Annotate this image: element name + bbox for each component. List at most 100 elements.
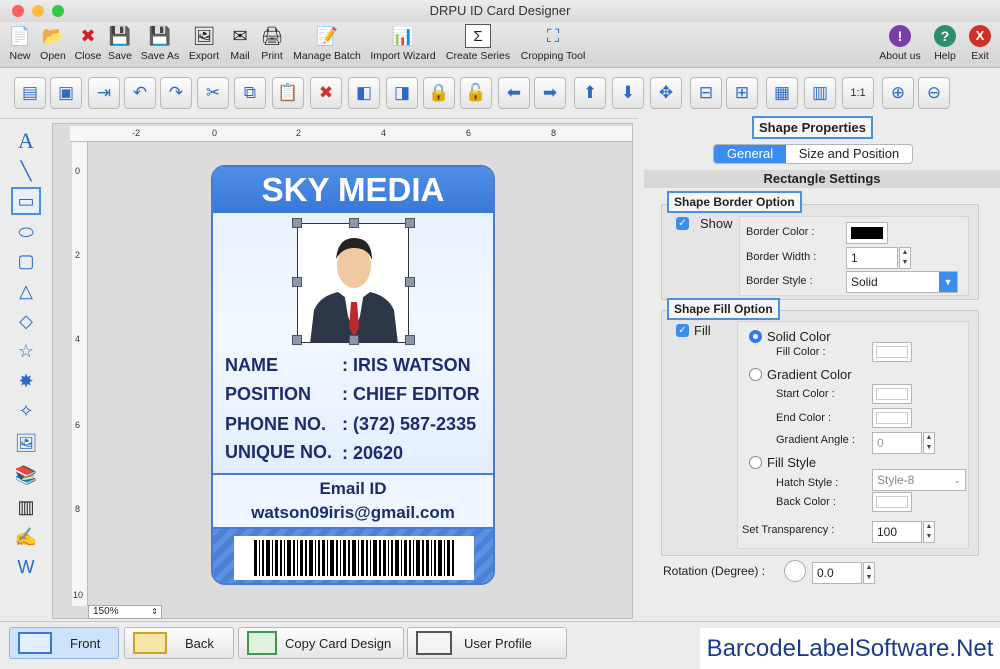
solid-color-radio[interactable] — [749, 330, 762, 343]
rotation-stepper[interactable]: ▲ ▼ — [863, 562, 875, 584]
zoom-out-icon[interactable]: ⊖ — [918, 77, 950, 109]
new-button[interactable]: 📄 New — [6, 24, 34, 63]
fill-color-swatch[interactable] — [872, 342, 912, 362]
star-tool-icon[interactable]: ☆ — [11, 337, 41, 365]
person-photo — [310, 238, 398, 342]
start-color-swatch[interactable] — [872, 384, 912, 404]
save-as-button[interactable]: 💾 Save As — [139, 24, 181, 63]
resize-handle[interactable] — [349, 335, 359, 345]
undo-icon[interactable]: ↶ — [124, 77, 156, 109]
rotation-input[interactable]: 0.0 — [812, 562, 862, 584]
send-back-icon[interactable]: ◨ — [386, 77, 418, 109]
image-tool-icon[interactable]: 🖼 — [11, 429, 41, 457]
maximize-window-button[interactable] — [52, 5, 64, 17]
resize-handle[interactable] — [292, 335, 302, 345]
line-tool-icon[interactable]: ╲ — [11, 157, 41, 185]
resize-handle[interactable] — [405, 277, 415, 287]
export-button[interactable]: 🖼 Export — [186, 24, 222, 63]
sparkle-tool-icon[interactable]: ✧ — [11, 397, 41, 425]
transparency-input[interactable]: 100 — [872, 521, 922, 543]
burst-tool-icon[interactable]: ✸ — [11, 367, 41, 395]
resize-handle[interactable] — [405, 335, 415, 345]
print-button[interactable]: 🖨 Print — [258, 24, 286, 63]
align-vertical-icon[interactable]: ⊞ — [726, 77, 758, 109]
manage-batch-button[interactable]: 📝 Manage Batch — [290, 24, 364, 63]
resize-handle[interactable] — [405, 218, 415, 228]
show-border-checkbox[interactable]: ✓ — [676, 217, 689, 230]
transparency-stepper[interactable]: ▲ ▼ — [923, 521, 935, 543]
back-color-swatch[interactable] — [872, 492, 912, 512]
text-tool-icon[interactable]: A — [11, 127, 41, 155]
gradient-color-radio[interactable] — [749, 368, 762, 381]
window-title: DRPU ID Card Designer — [429, 3, 571, 18]
arrow-right-icon[interactable]: ➡ — [534, 77, 566, 109]
border-color-swatch[interactable] — [846, 222, 888, 244]
triangle-tool-icon[interactable]: △ — [11, 277, 41, 305]
library-tool-icon[interactable]: 📚 — [11, 461, 41, 489]
rectangle-tool-icon[interactable]: ▭ — [11, 187, 41, 215]
redo-icon[interactable]: ↷ — [160, 77, 192, 109]
front-button[interactable]: Front — [9, 627, 119, 659]
border-style-select[interactable]: Solid ▼ — [846, 271, 958, 293]
help-button[interactable]: ? Help — [930, 24, 960, 62]
id-card[interactable]: SKY MEDIA NAME : IRIS WATSON POSITION : … — [211, 165, 495, 585]
photo-frame[interactable] — [297, 223, 409, 343]
film-icon[interactable]: ▥ — [804, 77, 836, 109]
align-horizontal-icon[interactable]: ⊟ — [690, 77, 722, 109]
resize-handle[interactable] — [292, 277, 302, 287]
cropping-tool-button[interactable]: ⛶ Cropping Tool — [517, 24, 589, 63]
new-page-icon[interactable]: ▤ — [14, 77, 46, 109]
bring-front-icon[interactable]: ◧ — [348, 77, 380, 109]
barcode — [234, 536, 474, 580]
tab-size-position[interactable]: Size and Position — [786, 145, 912, 163]
copy-icon[interactable]: ⧉ — [234, 77, 266, 109]
ellipse-tool-icon[interactable]: ⬭ — [11, 218, 41, 246]
grid-icon[interactable]: ▦ — [766, 77, 798, 109]
arrow-up-icon[interactable]: ⬆ — [574, 77, 606, 109]
cut-icon[interactable]: ✂ — [197, 77, 229, 109]
gradient-angle-input[interactable]: 0 — [872, 432, 922, 454]
user-profile-button[interactable]: User Profile — [407, 627, 567, 659]
border-width-stepper[interactable]: ▲ ▼ — [899, 247, 911, 269]
export-page-icon[interactable]: ⇥ — [88, 77, 120, 109]
fill-checkbox[interactable]: ✓ — [676, 324, 689, 337]
resize-handle[interactable] — [349, 218, 359, 228]
zoom-in-icon[interactable]: ⊕ — [882, 77, 914, 109]
signature-tool-icon[interactable]: ✍ — [11, 523, 41, 551]
mail-button[interactable]: ✉ Mail — [227, 24, 253, 63]
diamond-tool-icon[interactable]: ◇ — [11, 307, 41, 335]
center-icon[interactable]: ✥ — [650, 77, 682, 109]
paste-icon[interactable]: 📋 — [272, 77, 304, 109]
arrow-down-icon[interactable]: ⬇ — [612, 77, 644, 109]
back-button[interactable]: Back — [124, 627, 234, 659]
hatch-style-select[interactable]: Style-8 ⌄ — [872, 469, 966, 491]
actual-size-icon[interactable]: 1:1 — [842, 77, 874, 109]
arrow-left-icon[interactable]: ⬅ — [498, 77, 530, 109]
copy-card-design-button[interactable]: Copy Card Design — [238, 627, 404, 659]
save-button[interactable]: 💾 Save — [106, 24, 134, 63]
unlock-icon[interactable]: 🔓 — [460, 77, 492, 109]
close-window-button[interactable] — [12, 5, 24, 17]
end-color-swatch[interactable] — [872, 408, 912, 428]
exit-button[interactable]: X Exit — [966, 24, 994, 62]
resize-handle[interactable] — [292, 218, 302, 228]
minimize-window-button[interactable] — [32, 5, 44, 17]
delete-icon[interactable]: ✖ — [310, 77, 342, 109]
close-button[interactable]: ✖ Close — [72, 24, 104, 63]
about-us-button[interactable]: ! About us — [876, 24, 924, 62]
rotation-dial[interactable] — [784, 560, 806, 582]
create-series-button[interactable]: Σ Create Series — [444, 24, 512, 62]
zoom-select[interactable]: 150% ⇕ — [88, 605, 162, 619]
open-button[interactable]: 📂 Open — [38, 24, 68, 63]
tab-general[interactable]: General — [714, 145, 786, 163]
import-wizard-button[interactable]: 📊 Import Wizard — [367, 24, 439, 63]
lock-icon[interactable]: 🔒 — [423, 77, 455, 109]
watermark-tool-icon[interactable]: W — [11, 553, 41, 581]
image-page-icon[interactable]: ▣ — [50, 77, 82, 109]
border-width-input[interactable]: 1 — [846, 247, 898, 269]
barcode-tool-icon[interactable]: ▥ — [11, 493, 41, 521]
fill-style-radio[interactable] — [749, 456, 762, 469]
rounded-rect-tool-icon[interactable]: ▢ — [11, 247, 41, 275]
fill-label: Fill — [694, 323, 711, 338]
gradient-angle-stepper[interactable]: ▲ ▼ — [923, 432, 935, 454]
